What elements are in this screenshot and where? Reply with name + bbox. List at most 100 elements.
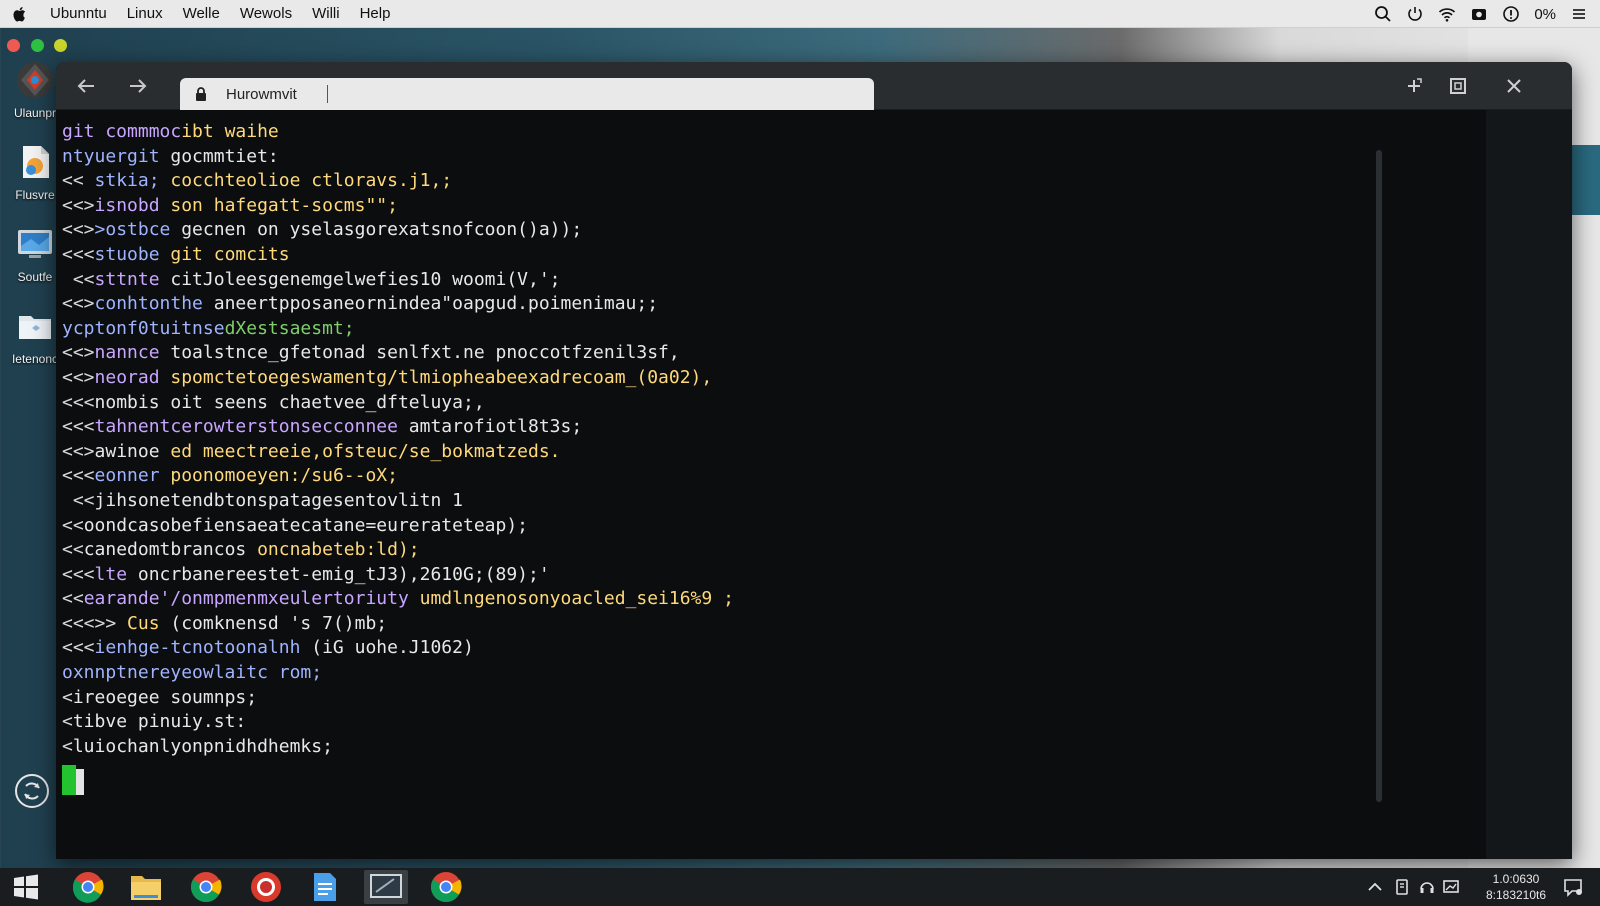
terminal-line: <<>>ostbce gecnen on yselasgorexatsnofco… [62,218,1486,243]
windows-start-icon[interactable] [8,870,44,904]
clock-time: 1.0:0630 [1492,872,1540,886]
terminal-line-text: (iG uohe.J1062) [300,637,474,659]
terminal-window: Hurowmvit git commmocibt waihe ntyuergit … [56,62,1572,859]
terminal-line-text: ibt waihe [181,121,279,142]
tablet-icon[interactable] [1393,878,1411,896]
chrome-icon[interactable] [428,870,464,904]
file-explorer-icon[interactable] [128,870,164,904]
terminal-line-command: ienhge-tcnotoonalnh [94,637,301,659]
terminal-line-prefix: <<> [62,293,95,315]
new-tab-icon[interactable] [1402,74,1426,98]
terminal-app-icon [370,874,402,898]
terminal-output[interactable]: git commmocibt waihe ntyuergit gocmmtiet:… [56,110,1486,859]
headset-icon[interactable] [1418,878,1436,896]
terminal-line-prefix: < [62,735,73,757]
terminal-cursor [62,765,84,796]
chrome-icon[interactable] [70,870,106,904]
terminal-line-command: ntyuergit [62,145,160,167]
taskbar-clock[interactable]: 1.0:0630 8:183210t6 [1476,871,1556,903]
menu-item-wewols[interactable]: Wewols [240,5,292,22]
terminal-line: <<<ienhge-tcnotoonalnh (iG uohe.J1062) [62,636,1486,661]
zoom-window-light[interactable] [54,39,67,52]
menu-item-willi[interactable]: Willi [312,5,340,22]
terminal-line-command: stuobe [94,243,160,265]
terminal-line: <<<>> Cus (comknensd 's 7()mb; [62,612,1486,637]
terminal-line-text: ); [506,514,529,536]
forward-arrow-icon[interactable] [126,74,150,98]
refresh-icon[interactable] [14,773,50,809]
chevron-up-icon[interactable] [1366,878,1384,896]
terminal-scrollbar[interactable] [1376,150,1382,802]
wifi-icon[interactable] [1438,5,1456,23]
terminal-line: <luiochanlyonpnidhdhemks; [62,735,1486,760]
clock-date: 8:183210t6 [1485,888,1547,902]
maximize-icon[interactable] [1446,74,1470,98]
info-icon[interactable] [1502,5,1520,23]
terminal-line-command: jihsonetendbtonspatagesentovlitn 1 [94,489,463,511]
menu-item-help[interactable]: Help [360,5,391,22]
terminal-line-command: ycptonf0tuitnse [62,317,225,339]
terminal-line: oxnnptnereyeowlaitc rom; [62,661,1486,686]
terminal-line-command: eonner [94,465,160,487]
search-icon[interactable] [1374,5,1392,23]
terminal-line-text: (comknensd 's 7()mb; [159,612,388,634]
terminal-line: <<<nombis oit seens chaetvee_dfteluya;, [62,391,1486,416]
camera-icon[interactable] [1470,5,1488,23]
terminal-line: <<sttnte citJoleesgenemgelwefies10 woomi… [62,268,1486,293]
back-arrow-icon[interactable] [74,74,98,98]
terminal-line-prefix: <<> [62,366,95,388]
terminal-line: <<>conhtonthe aneertpposaneornindea"oapg… [62,292,1486,317]
monitor-icon [18,230,52,258]
terminal-line-text: soumnps; [159,686,258,708]
terminal-line-text: pinuiy.st: [127,711,247,733]
terminal-line-prefix: << [62,514,84,536]
notification-icon[interactable] [1562,876,1584,898]
terminal-line-prefix: <<< [62,391,95,413]
terminal-line: <<<tahnentcerowterstonsecconnee amtarofi… [62,415,1486,440]
close-window-light[interactable] [7,39,20,52]
terminal-line-command: oxnnptnereyeowlaitc [62,662,268,684]
minimize-window-light[interactable] [31,39,44,52]
apple-logo-icon[interactable] [12,6,26,22]
display-icon[interactable] [1442,878,1460,896]
terminal-line: <<<stuobe git comcits [62,243,1486,268]
menu-item-ubuntu[interactable]: Ubunntu [50,5,107,22]
terminal-line-prefix: < [62,711,73,733]
terminal-line: <<<lte oncrbanereestet-emig_tJ3),2610G;(… [62,563,1486,588]
terminal-line-command: lte [94,563,128,585]
cursor-caret [76,769,84,796]
terminal-line-text: oncrbanereestet-emig_tJ3),2610G;(89);' [127,563,550,585]
chrome-icon[interactable] [188,870,224,904]
document-icon[interactable] [306,870,342,904]
menubar-status-area: 0% [1374,0,1588,28]
terminal-line-text: aneertpposaneornindea"oapgud.poimenimau;… [202,293,659,315]
terminal-line-prefix: < [62,686,73,708]
menu-item-linux[interactable]: Linux [127,5,163,22]
terminal-line: <tibve pinuiy.st: [62,710,1486,735]
window-titlebar: Hurowmvit [56,62,1572,110]
terminal-line-command: sttnte [94,268,160,290]
terminal-line-prefix: << [62,489,95,511]
hamburger-menu-icon[interactable] [1570,5,1588,23]
terminal-taskbar-button[interactable] [364,870,408,904]
terminal-line: << stkia; cocchteolioe ctloravs.j1,; [62,169,1486,194]
close-icon[interactable] [1502,74,1526,98]
terminal-line-command: tibve [72,711,128,733]
terminal-line: <<canedomtbrancos oncnabeteb:ld); [62,538,1486,563]
terminal-line-text: poonomoeyen:/su6--oX; [159,465,398,487]
browser-icon[interactable] [248,870,284,904]
terminal-line: <<jihsonetendbtonspatagesentovlitn 1 [62,489,1486,514]
terminal-line-text: spomctetoegeswamentg/tlmiopheabeexadreco… [159,366,713,388]
taskbar: 1.0:0630 8:183210t6 [0,868,1600,906]
menu-item-welle[interactable]: Welle [183,5,220,22]
terminal-line-command: canedomtbrancos [83,539,247,561]
folder-icon [19,316,51,339]
terminal-line: <<>nannce toalstnce_gfetonad senlfxt.ne … [62,341,1486,366]
terminal-line-prefix: <<< [62,563,95,585]
terminal-tab[interactable]: Hurowmvit [180,78,874,110]
terminal-line-command: conhtonthe [94,293,203,315]
power-icon[interactable] [1406,5,1424,23]
terminal-line-text: oncnabeteb:ld); [246,539,420,561]
terminal-line-text: oit seens chaetvee_dfteluya;, [159,391,485,413]
terminal-line-text: cocchteolioe ctloravs.j1,; [159,170,453,192]
